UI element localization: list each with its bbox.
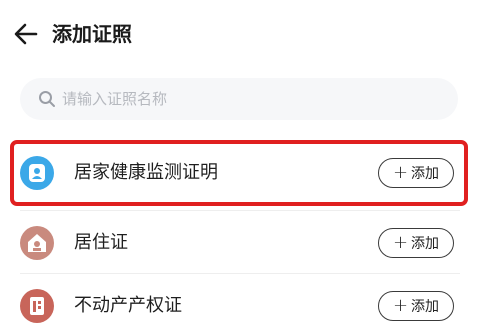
search-box[interactable] [20,78,458,120]
add-button-label: 添加 [411,166,440,182]
add-button-label: 添加 [411,236,440,252]
add-button[interactable]: + 添加 [378,228,454,258]
certificate-item-property-ownership[interactable]: 不动产产权证 + 添加 [0,274,481,324]
certificate-name: 不动产产权证 [74,295,182,316]
document-icon [20,289,54,323]
plus-icon: + [392,295,409,316]
certificate-item-home-health-monitoring[interactable]: 居家健康监测证明 + 添加 [10,140,468,206]
search-input[interactable] [62,78,442,120]
house-icon [20,226,54,260]
add-button[interactable]: + 添加 [378,158,454,188]
plus-icon: + [392,232,409,253]
search-icon [39,91,55,107]
back-button[interactable] [12,20,40,48]
plus-icon: + [392,162,409,183]
certificate-item-residence-permit[interactable]: 居住证 + 添加 [0,211,481,277]
add-certificate-screen: 添加证照 居家健康监测证明 + 添加 [0,0,481,324]
header: 添加证照 [0,0,481,70]
add-button-label: 添加 [411,299,440,315]
arrow-left-icon [14,23,38,45]
page-title: 添加证照 [52,22,132,46]
certificate-name: 居住证 [74,232,128,253]
add-button[interactable]: + 添加 [378,291,454,321]
user-badge-icon [20,156,54,190]
certificate-name: 居家健康监测证明 [74,162,218,183]
